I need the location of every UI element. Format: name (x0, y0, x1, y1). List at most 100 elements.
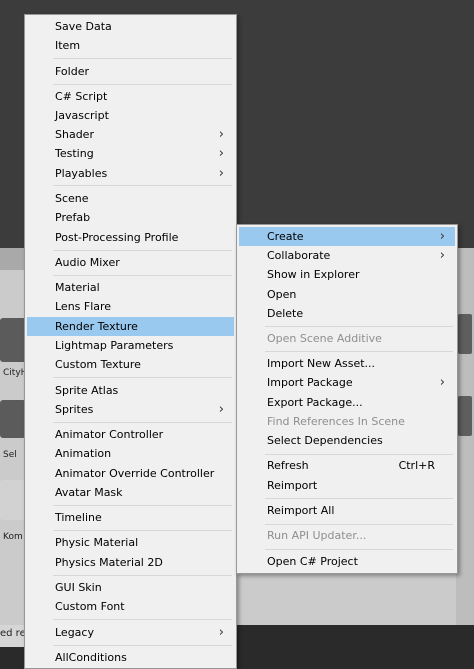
menu-separator (53, 645, 232, 646)
menu-item-label: Run API Updater... (267, 529, 367, 542)
asset-thumbnail[interactable] (0, 400, 26, 438)
menu-item-open-c-project[interactable]: Open C# Project (239, 552, 455, 571)
menu-separator (53, 250, 232, 251)
menu-item-physics-material-2d[interactable]: Physics Material 2D (27, 553, 234, 572)
menu-item-lens-flare[interactable]: Lens Flare (27, 297, 234, 316)
menu-item-label: Sprite Atlas (55, 384, 119, 397)
menu-item-render-texture[interactable]: Render Texture (27, 317, 234, 336)
menu-item-animator-controller[interactable]: Animator Controller (27, 425, 234, 444)
menu-item-custom-font[interactable]: Custom Font (27, 597, 234, 616)
menu-item-post-processing-profile[interactable]: Post-Processing Profile (27, 228, 234, 247)
menu-item-collaborate[interactable]: Collaborate › (239, 246, 455, 265)
menu-item-label: Lightmap Parameters (55, 339, 174, 352)
menu-item-label: Timeline (55, 511, 102, 524)
menu-item-physic-material[interactable]: Physic Material (27, 533, 234, 552)
menu-item-open[interactable]: Open (239, 285, 455, 304)
menu-item-label: Item (55, 39, 81, 52)
shortcut-label: Ctrl+R (398, 459, 435, 472)
menu-item-import-new-asset[interactable]: Import New Asset... (239, 354, 455, 373)
menu-separator (53, 58, 232, 59)
menu-item-allconditions[interactable]: AllConditions (27, 648, 234, 667)
menu-item-audio-mixer[interactable]: Audio Mixer (27, 253, 234, 272)
menu-item-save-data[interactable]: Save Data (27, 17, 234, 36)
menu-item-label: Delete (267, 307, 304, 320)
menu-item-label: Playables (55, 167, 108, 180)
menu-item-testing[interactable]: Testing › (27, 144, 234, 163)
asset-thumbnail[interactable] (458, 314, 472, 354)
menu-item-label: C# Script (55, 90, 108, 103)
chevron-right-icon: › (218, 127, 224, 142)
menu-item-item[interactable]: Item (27, 36, 234, 55)
menu-item-folder[interactable]: Folder (27, 62, 234, 81)
menu-item-label: Select Dependencies (267, 434, 383, 447)
menu-item-show-in-explorer[interactable]: Show in Explorer (239, 265, 455, 284)
menu-item-label: Custom Texture (55, 358, 141, 371)
menu-separator (53, 575, 232, 576)
menu-item-reimport-all[interactable]: Reimport All (239, 501, 455, 520)
menu-item-c-script[interactable]: C# Script (27, 87, 234, 106)
menu-item-find-references-in-scene: Find References In Scene (239, 412, 455, 431)
menu-separator (265, 351, 453, 352)
menu-item-label: Audio Mixer (55, 256, 120, 269)
menu-item-sprites[interactable]: Sprites › (27, 400, 234, 419)
menu-item-create[interactable]: Create › (239, 227, 455, 246)
menu-item-prefab[interactable]: Prefab (27, 208, 234, 227)
menu-item-label: Javascript (55, 109, 109, 122)
menu-item-material[interactable]: Material (27, 278, 234, 297)
menu-item-label: Lens Flare (55, 300, 112, 313)
menu-item-lightmap-parameters[interactable]: Lightmap Parameters (27, 336, 234, 355)
menu-separator (53, 422, 232, 423)
asset-thumbnail[interactable] (458, 396, 472, 436)
menu-item-label: Find References In Scene (267, 415, 405, 428)
menu-item-playables[interactable]: Playables › (27, 164, 234, 183)
asset-thumbnail[interactable] (0, 480, 26, 520)
menu-item-legacy[interactable]: Legacy › (27, 623, 234, 642)
status-text: ed re (0, 628, 26, 639)
menu-item-label: Custom Font (55, 600, 125, 613)
menu-item-label: AllConditions (55, 651, 127, 664)
menu-item-scene[interactable]: Scene (27, 189, 234, 208)
menu-item-label: Refresh (267, 459, 309, 472)
menu-item-import-package[interactable]: Import Package › (239, 373, 455, 392)
menu-item-label: Animation (55, 447, 112, 460)
menu-item-label: Open (267, 288, 297, 301)
menu-item-select-dependencies[interactable]: Select Dependencies (239, 431, 455, 450)
menu-separator (53, 505, 232, 506)
menu-item-shader[interactable]: Shader › (27, 125, 234, 144)
menu-separator (265, 326, 453, 327)
menu-item-animator-override-controller[interactable]: Animator Override Controller (27, 464, 234, 483)
menu-item-label: Animator Override Controller (55, 467, 215, 480)
menu-item-label: Physic Material (55, 536, 139, 549)
menu-item-sprite-atlas[interactable]: Sprite Atlas (27, 381, 234, 400)
menu-item-custom-texture[interactable]: Custom Texture (27, 355, 234, 374)
menu-item-label: Reimport All (267, 504, 335, 517)
menu-item-delete[interactable]: Delete (239, 304, 455, 323)
menu-item-reimport[interactable]: Reimport (239, 476, 455, 495)
asset-thumbnail[interactable] (0, 318, 26, 362)
menu-item-label: Show in Explorer (267, 268, 360, 281)
right-panel-strip (456, 248, 474, 625)
menu-separator (53, 84, 232, 85)
menu-item-label: Animator Controller (55, 428, 164, 441)
create-submenu: Save Data Item Folder C# Script Javascript Sh… (24, 14, 237, 669)
menu-item-timeline[interactable]: Timeline (27, 508, 234, 527)
menu-item-gui-skin[interactable]: GUI Skin (27, 578, 234, 597)
menu-item-label: Physics Material 2D (55, 556, 163, 569)
menu-separator (53, 275, 232, 276)
menu-item-label: Create (267, 230, 304, 243)
menu-separator (265, 454, 453, 455)
menu-item-export-package[interactable]: Export Package... (239, 393, 455, 412)
chevron-right-icon: › (218, 166, 224, 181)
menu-item-label: Open Scene Additive (267, 332, 382, 345)
menu-item-label: Save Data (55, 20, 112, 33)
chevron-right-icon: › (439, 248, 445, 263)
menu-item-javascript[interactable]: Javascript (27, 106, 234, 125)
menu-item-refresh[interactable]: Refresh Ctrl+R (239, 456, 455, 475)
assets-context-menu: Create › Collaborate › Show in Explorer Open D… (236, 224, 458, 574)
menu-item-label: Testing (55, 147, 94, 160)
menu-separator (265, 498, 453, 499)
menu-item-label: Import Package (267, 376, 353, 389)
menu-item-animation[interactable]: Animation (27, 444, 234, 463)
menu-item-label: Shader (55, 128, 94, 141)
menu-item-avatar-mask[interactable]: Avatar Mask (27, 483, 234, 502)
